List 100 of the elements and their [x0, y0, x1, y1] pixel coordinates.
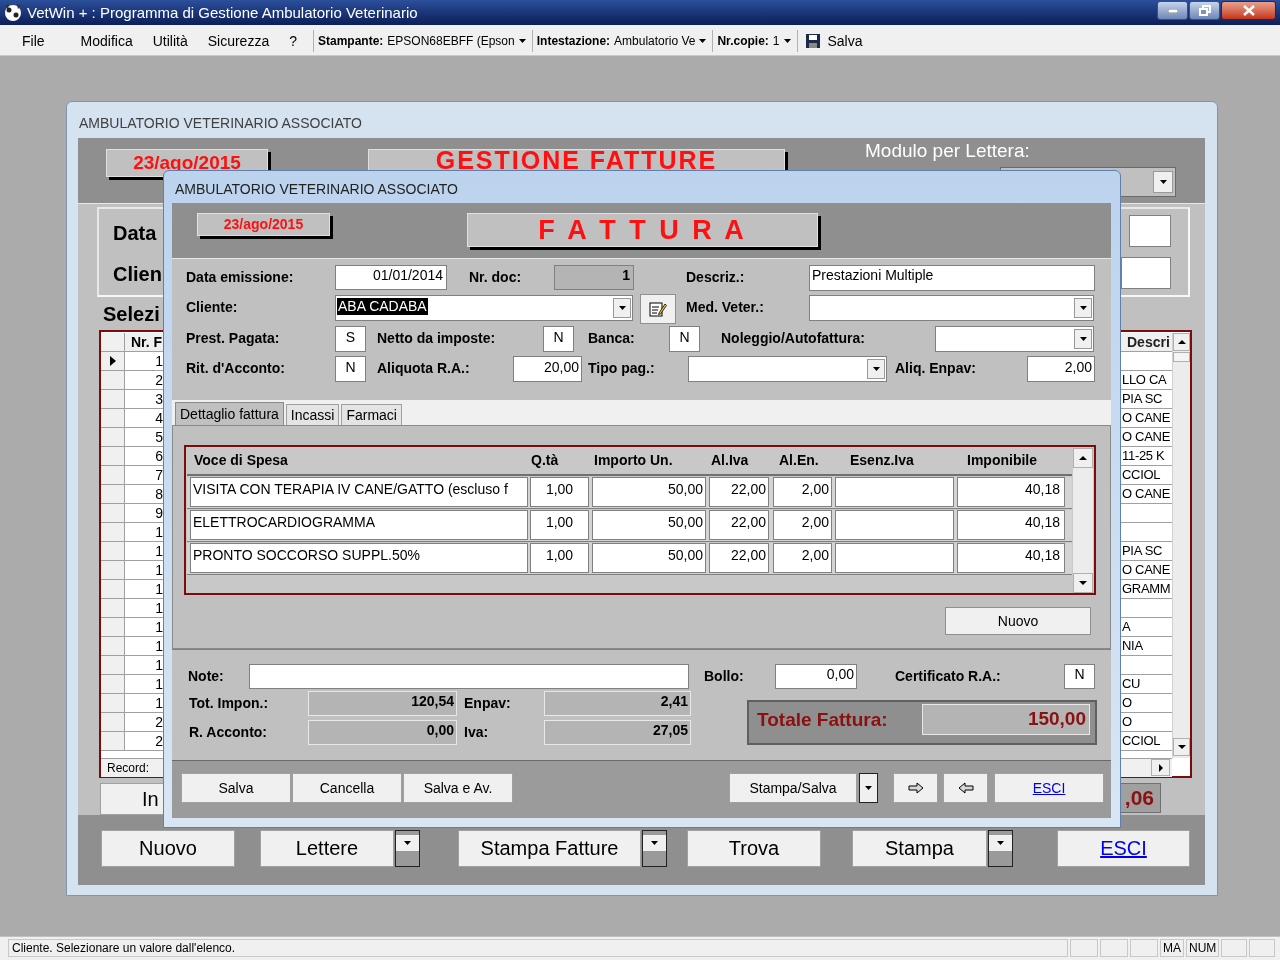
close-button[interactable] — [1221, 1, 1276, 20]
dropdown-button[interactable] — [988, 830, 1013, 867]
action-button[interactable]: Lettere — [260, 830, 394, 867]
tab[interactable]: Farmaci — [341, 404, 402, 425]
flag-field[interactable]: N — [543, 326, 574, 352]
table-cell[interactable]: 1,00 — [530, 510, 589, 540]
dropdown-button[interactable] — [395, 830, 420, 867]
field-label: Data emissione: — [186, 269, 294, 285]
scroll-down-button[interactable] — [1173, 738, 1190, 756]
flag-field[interactable]: N — [669, 326, 700, 352]
flag-field[interactable]: S — [335, 326, 366, 352]
action-button[interactable]: Stampa — [852, 830, 987, 867]
table-cell[interactable] — [835, 510, 954, 540]
input-field[interactable] — [1129, 215, 1171, 247]
payment-dropdown[interactable] — [688, 356, 887, 382]
toolbar-dropdown[interactable]: EPSON68EBFF (Epson — [387, 32, 526, 50]
readonly-field: 120,54 — [308, 691, 457, 716]
date-label: 23/ago/2015 — [197, 213, 330, 236]
action-button[interactable]: Trova — [687, 830, 821, 867]
note-field[interactable] — [249, 664, 689, 689]
toolbar-dropdown[interactable]: 1 — [772, 32, 791, 50]
tab[interactable]: Dettaglio fattura — [175, 402, 284, 425]
table-cell[interactable]: VISITA CON TERAPIA IV CANE/GATTO (escluso f — [190, 477, 528, 507]
table-cell[interactable]: 1,00 — [530, 477, 589, 507]
field-label: Modulo per Lettera: — [865, 140, 1030, 162]
table-cell[interactable] — [835, 543, 954, 573]
field-label: Data — [113, 222, 157, 244]
table-cell[interactable]: 50,00 — [592, 477, 706, 507]
previous-button[interactable] — [943, 773, 988, 803]
table-cell[interactable]: 22,00 — [709, 510, 769, 540]
edit-client-button[interactable] — [640, 294, 676, 324]
table-cell[interactable]: ELETTROCARDIOGRAMMA — [190, 510, 528, 540]
action-button[interactable]: Nuovo — [101, 830, 235, 867]
flag-field[interactable]: N — [335, 356, 366, 382]
next-button[interactable] — [893, 773, 938, 803]
scroll-up-button[interactable] — [1173, 333, 1190, 351]
row-selector[interactable] — [101, 352, 125, 371]
caret-down-icon — [1079, 306, 1087, 310]
table-cell[interactable]: PRONTO SOCCORSO SUPPL.50% — [190, 543, 528, 573]
input-field[interactable]: 0,00 — [775, 664, 857, 689]
tab[interactable]: Incassi — [285, 404, 340, 425]
column-header: Nr. F — [125, 333, 165, 352]
caret-down-icon — [404, 841, 411, 845]
rental-dropdown[interactable] — [935, 326, 1094, 352]
table-cell[interactable]: 40,18 — [957, 543, 1065, 573]
selected-value: ABA CADABA — [337, 298, 428, 315]
scroll-thumb[interactable] — [1173, 352, 1190, 362]
table-cell[interactable]: 2,00 — [773, 543, 832, 573]
vertical-scrollbar[interactable] — [1073, 448, 1093, 593]
field-label: Tipo pag.: — [588, 360, 655, 376]
current-row-icon — [109, 356, 116, 366]
table-cell[interactable]: 50,00 — [592, 543, 706, 573]
client-dropdown[interactable]: ABA CADABA — [335, 295, 633, 321]
table-cell[interactable]: 2,00 — [773, 510, 832, 540]
input-field[interactable] — [1121, 257, 1171, 289]
exit-link[interactable]: ESCI — [994, 773, 1104, 803]
table-cell[interactable] — [835, 477, 954, 507]
arrow-down-icon — [1079, 581, 1087, 585]
flag-field[interactable]: N — [1064, 664, 1095, 689]
toolbar-dropdown[interactable]: Ambulatorio Ve — [614, 32, 707, 50]
menu-item[interactable]: ? — [283, 31, 303, 51]
input-field[interactable]: 2,00 — [1027, 356, 1095, 382]
toolbar-label: Nr.copie: — [717, 33, 769, 50]
table-cell[interactable]: 1,00 — [530, 543, 589, 573]
column-header: Imponibile — [967, 452, 1037, 468]
close-icon — [1242, 5, 1255, 16]
table-cell[interactable]: 2,00 — [773, 477, 832, 507]
scroll-up-button[interactable] — [1073, 448, 1093, 468]
minimize-button[interactable] — [1157, 1, 1188, 20]
menu-item[interactable]: File — [16, 31, 51, 51]
action-button[interactable]: Salva — [181, 773, 291, 803]
exit-link[interactable]: ESCI — [1057, 830, 1190, 867]
dropdown-button[interactable] — [642, 830, 667, 867]
vet-dropdown[interactable] — [809, 295, 1094, 321]
date-field[interactable]: 01/01/2014 — [335, 265, 447, 290]
field-label: Rit. d'Acconto: — [186, 360, 285, 376]
table-cell[interactable]: 50,00 — [592, 510, 706, 540]
vertical-scrollbar[interactable] — [1172, 333, 1190, 758]
action-button[interactable]: Stampa/Salva — [729, 773, 857, 803]
dropdown-button[interactable] — [859, 773, 878, 803]
action-button[interactable]: Cancella — [292, 773, 402, 803]
restore-button[interactable] — [1189, 1, 1220, 20]
table-cell[interactable]: 40,18 — [957, 477, 1065, 507]
new-line-button[interactable]: Nuovo — [945, 607, 1091, 635]
input-field[interactable]: 20,00 — [513, 356, 582, 382]
table-cell[interactable]: 40,18 — [957, 510, 1065, 540]
notepad-pencil-icon — [649, 301, 667, 317]
status-indicator — [1070, 939, 1098, 957]
table-cell[interactable]: 22,00 — [709, 543, 769, 573]
menu-item[interactable]: Sicurezza — [201, 31, 276, 51]
input-field[interactable]: Prestazioni Multiple — [809, 265, 1095, 291]
scroll-down-button[interactable] — [1073, 573, 1093, 593]
table-cell[interactable]: 22,00 — [709, 477, 769, 507]
action-button[interactable]: Salva e Av. — [403, 773, 513, 803]
scroll-right-button[interactable] — [1151, 759, 1170, 776]
menu-item[interactable]: Modifica — [74, 31, 139, 51]
save-button[interactable]: Salva — [801, 30, 867, 52]
menu-item[interactable]: Utilità — [146, 31, 194, 51]
action-button[interactable]: Stampa Fatture — [458, 830, 641, 867]
caret-down-icon — [783, 39, 791, 43]
